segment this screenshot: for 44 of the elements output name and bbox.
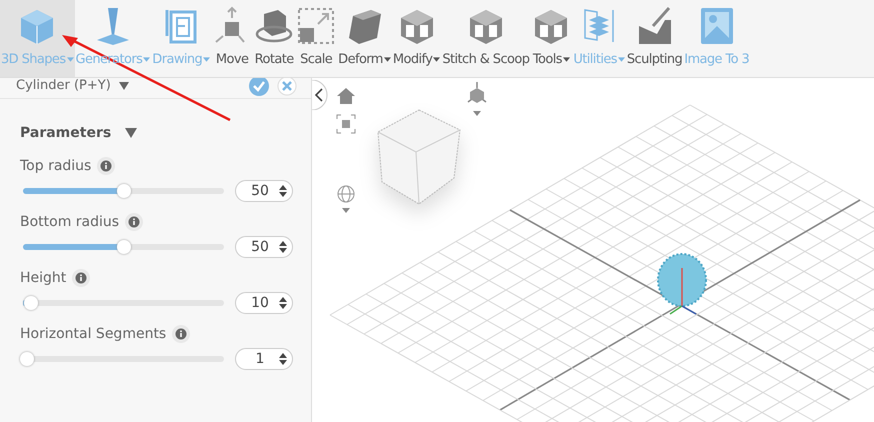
collapse-icon[interactable]	[125, 128, 138, 138]
caret-icon	[66, 57, 74, 62]
caret-icon	[143, 57, 150, 62]
toolbar-button[interactable]: Move	[211, 0, 254, 77]
info-icon[interactable]	[172, 325, 190, 343]
number-field[interactable]: 50	[235, 236, 293, 258]
number-field[interactable]: 10	[235, 292, 293, 314]
toolbar-button[interactable]: Deform	[337, 0, 392, 77]
object-name: Cylinder (P+Y)	[16, 79, 111, 93]
spinner-icon[interactable]	[278, 351, 288, 367]
toolbar-button[interactable]: Modify	[392, 0, 442, 77]
number-field[interactable]: 50	[235, 180, 293, 202]
orbit-icon[interactable]	[336, 184, 356, 214]
caret-icon	[618, 57, 625, 62]
slider-thumb[interactable]	[116, 240, 130, 254]
spinner-icon[interactable]	[278, 183, 288, 199]
scale-icon	[296, 6, 336, 46]
spinner-icon[interactable]	[278, 295, 288, 311]
caret-icon	[384, 57, 391, 62]
caret-icon	[433, 57, 440, 62]
slider-thumb[interactable]	[24, 296, 38, 310]
caret-icon	[203, 57, 210, 62]
toolbar-button[interactable]: Scale	[295, 0, 338, 77]
parameter-label: Top radius	[20, 158, 92, 174]
parameter-label: Horizontal Segments	[20, 326, 166, 342]
caret-icon	[118, 82, 129, 90]
confirm-button[interactable]	[249, 78, 269, 96]
caret-icon	[562, 57, 570, 62]
toolbar-button[interactable]: Stitch & Scoop	[441, 0, 530, 77]
toolbar-button[interactable]: Rotate	[253, 0, 296, 77]
info-icon[interactable]	[125, 213, 144, 231]
slider-thumb[interactable]	[116, 184, 130, 198]
info-icon[interactable]	[97, 157, 116, 175]
info-icon[interactable]	[72, 269, 90, 287]
fit-view-icon[interactable]	[336, 114, 356, 134]
slider-thumb[interactable]	[20, 352, 34, 366]
toolbar-button[interactable]: Tools	[530, 0, 572, 77]
parameter-label: Bottom radius	[20, 214, 120, 230]
close-button[interactable]	[277, 78, 297, 96]
toolbar-button[interactable]: Sculpting	[626, 0, 684, 77]
spinner-icon[interactable]	[278, 239, 288, 255]
parameter-label: Height	[20, 270, 66, 286]
section-title: Parameters	[20, 125, 112, 141]
number-field[interactable]: 1	[235, 348, 293, 370]
